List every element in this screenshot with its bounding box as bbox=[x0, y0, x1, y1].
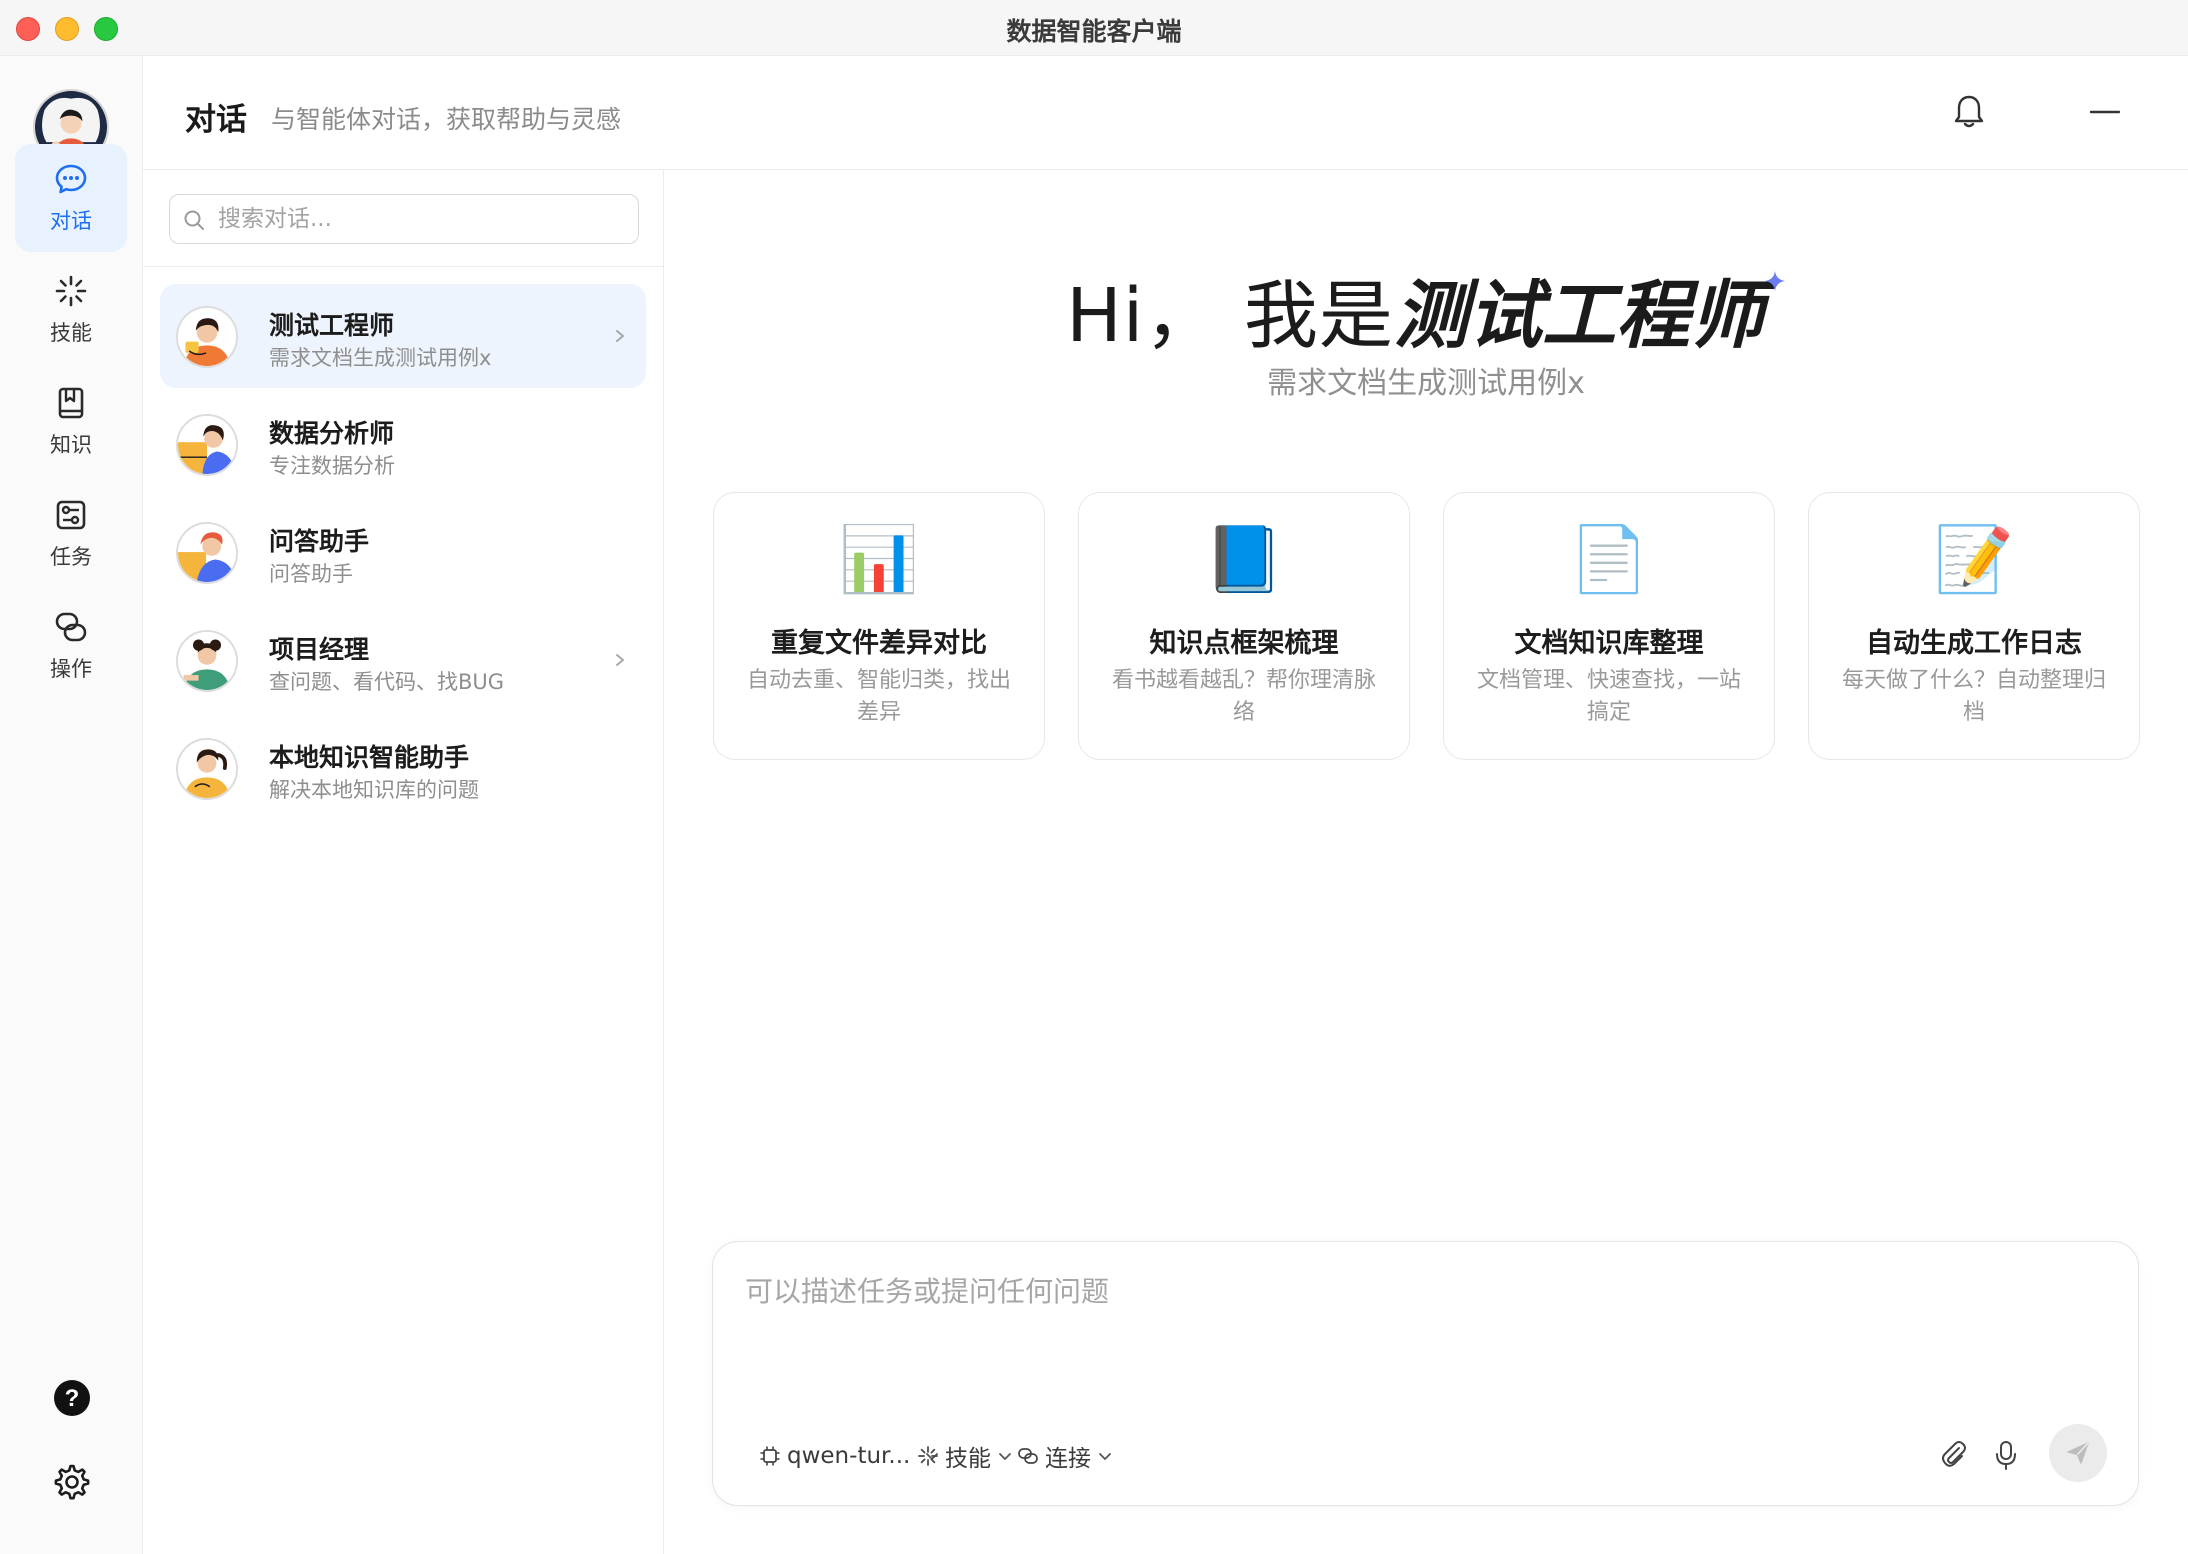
card-title: 自动生成工作日志 bbox=[1866, 628, 2082, 659]
connect-label: 连接 bbox=[1045, 1446, 1091, 1472]
connect-dropdown[interactable]: 连接 bbox=[1017, 1438, 1113, 1474]
suggestion-card[interactable]: 📝 自动生成工作日志 每天做了什么？自动整理归档 bbox=[1808, 492, 2140, 760]
agent-avatar bbox=[176, 630, 238, 692]
sparkle-burst-icon bbox=[55, 275, 87, 307]
help-icon[interactable]: ? bbox=[52, 1378, 92, 1418]
card-title: 重复文件差异对比 bbox=[771, 628, 987, 659]
conversation-list-panel: 测试工程师 需求文档生成测试用例x 数据分析师 专注数据分析 bbox=[143, 170, 664, 1554]
nav-item-chat[interactable]: 对话 bbox=[15, 144, 127, 252]
app-window: 数据智能客户端 对话 技能 知识 任务 操作 ? 对话 与智能体对话，获取帮助与… bbox=[0, 0, 2188, 1554]
chip-icon bbox=[760, 1446, 780, 1466]
main-content: Hi， 我是测试工程师 需求文档生成测试用例x 📊 重复文件差异对比 自动去重、… bbox=[664, 170, 2188, 1554]
agent-avatar-illustration bbox=[178, 308, 236, 366]
model-name: qwen-tur... bbox=[787, 1443, 911, 1469]
minimize-icon[interactable] bbox=[2085, 92, 2125, 132]
nav-label-tasks: 任务 bbox=[50, 545, 92, 569]
nav-label-operations: 操作 bbox=[50, 657, 92, 681]
chat-icon bbox=[55, 164, 87, 194]
suggestion-card[interactable]: 📊 重复文件差异对比 自动去重、智能归类，找出差异 bbox=[713, 492, 1045, 760]
bell-icon[interactable] bbox=[1949, 92, 1989, 132]
bar-chart-icon: 📊 bbox=[839, 523, 919, 597]
agent-name: 问答助手 bbox=[269, 527, 370, 556]
agent-description: 问答助手 bbox=[269, 562, 353, 586]
title-bar: 数据智能客户端 bbox=[0, 0, 2188, 56]
link-loop-icon bbox=[1018, 1448, 1038, 1464]
page-subtitle: 与智能体对话，获取帮助与灵感 bbox=[271, 105, 622, 134]
agent-name: 测试工程师 bbox=[269, 311, 395, 340]
document-icon: 📄 bbox=[1569, 523, 1649, 597]
nav-item-skills[interactable]: 技能 bbox=[15, 256, 127, 364]
microphone-icon[interactable] bbox=[1989, 1438, 2023, 1472]
agent-avatar bbox=[176, 414, 238, 476]
skills-dropdown[interactable]: 技能 bbox=[917, 1438, 1013, 1474]
sparkle-burst-icon bbox=[918, 1446, 938, 1466]
agent-row[interactable]: 数据分析师 专注数据分析 bbox=[160, 392, 646, 496]
nav-label-chat: 对话 bbox=[50, 209, 92, 233]
nav-item-operations[interactable]: 操作 bbox=[15, 592, 127, 700]
card-description: 文档管理、快速查找，一站搞定 bbox=[1476, 668, 1741, 725]
page-header: 对话 与智能体对话，获取帮助与灵感 bbox=[143, 56, 2188, 170]
search-box bbox=[169, 194, 639, 244]
list-divider bbox=[143, 266, 664, 267]
agent-description: 需求文档生成测试用例x bbox=[269, 346, 492, 370]
chevron-right-icon bbox=[616, 330, 624, 342]
nav-item-tasks[interactable]: 任务 bbox=[15, 480, 127, 588]
svg-text:?: ? bbox=[65, 1385, 80, 1412]
message-input[interactable] bbox=[745, 1270, 2105, 1380]
nav-item-knowledge[interactable]: 知识 bbox=[15, 368, 127, 476]
paperclip-icon[interactable] bbox=[1937, 1438, 1971, 1472]
card-description: 自动去重、智能归类，找出差异 bbox=[746, 668, 1011, 725]
send-paper-plane-icon bbox=[2067, 1442, 2089, 1464]
greeting-subtitle: 需求文档生成测试用例x bbox=[1267, 366, 1585, 401]
skills-label: 技能 bbox=[945, 1446, 991, 1472]
agent-avatar bbox=[176, 522, 238, 584]
nav-rail: 对话 技能 知识 任务 操作 ? bbox=[0, 56, 143, 1554]
agent-avatar-illustration bbox=[178, 524, 236, 582]
send-button[interactable] bbox=[2049, 1424, 2107, 1482]
page-title: 对话 bbox=[185, 102, 247, 138]
greeting-prefix: Hi， 我是 bbox=[1066, 273, 1394, 359]
nav-label-skills: 技能 bbox=[50, 321, 92, 345]
agent-row[interactable]: 问答助手 问答助手 bbox=[160, 500, 646, 604]
model-selector[interactable]: qwen-tur... bbox=[759, 1438, 940, 1474]
chevron-down-icon bbox=[999, 1453, 1011, 1460]
agent-description: 解决本地知识库的问题 bbox=[269, 778, 479, 802]
agent-row[interactable]: 测试工程师 需求文档生成测试用例x bbox=[160, 284, 646, 388]
agent-avatar bbox=[176, 306, 238, 368]
message-composer: qwen-tur... 技能 bbox=[712, 1241, 2139, 1506]
task-sliders-icon bbox=[56, 500, 86, 530]
agent-row[interactable]: 本地知识智能助手 解决本地知识库的问题 bbox=[160, 716, 646, 820]
card-description: 看书越看越乱？帮你理清脉络 bbox=[1111, 668, 1376, 725]
agent-avatar-illustration bbox=[178, 416, 236, 474]
chevron-right-icon bbox=[616, 654, 624, 666]
agent-name: 数据分析师 bbox=[269, 419, 395, 448]
greeting-agent-name: 测试工程师 bbox=[1393, 273, 1764, 359]
agent-name: 本地知识智能助手 bbox=[269, 743, 470, 772]
settings-icon[interactable] bbox=[52, 1462, 92, 1502]
card-description: 每天做了什么？自动整理归档 bbox=[1841, 668, 2106, 725]
suggestion-card[interactable]: 📘 知识点框架梳理 看书越看越乱？帮你理清脉络 bbox=[1078, 492, 1410, 760]
agent-description: 专注数据分析 bbox=[269, 454, 395, 478]
sparkle-icon bbox=[1764, 271, 1785, 291]
window-title: 数据智能客户端 bbox=[1006, 17, 1182, 46]
agent-row[interactable]: 项目经理 查问题、看代码、找BUG bbox=[160, 608, 646, 712]
book-icon bbox=[58, 387, 84, 419]
search-input[interactable] bbox=[218, 203, 618, 235]
blue-book-icon: 📘 bbox=[1204, 523, 1284, 597]
greeting-heading: Hi， 我是测试工程师 bbox=[664, 256, 2188, 363]
chevron-down-icon bbox=[1099, 1453, 1111, 1460]
card-title: 知识点框架梳理 bbox=[1149, 628, 1339, 659]
agent-avatar bbox=[176, 738, 238, 800]
agent-avatar-illustration bbox=[178, 740, 236, 798]
search-icon bbox=[184, 210, 204, 230]
agent-description: 查问题、看代码、找BUG bbox=[269, 670, 505, 694]
nav-label-knowledge: 知识 bbox=[50, 433, 92, 457]
link-loop-icon bbox=[55, 612, 87, 642]
agent-avatar-illustration bbox=[178, 632, 236, 690]
agent-name: 项目经理 bbox=[269, 635, 370, 664]
card-title: 文档知识库整理 bbox=[1514, 628, 1704, 659]
memo-pencil-icon: 📝 bbox=[1934, 523, 2014, 597]
suggestion-card[interactable]: 📄 文档知识库整理 文档管理、快速查找，一站搞定 bbox=[1443, 492, 1775, 760]
